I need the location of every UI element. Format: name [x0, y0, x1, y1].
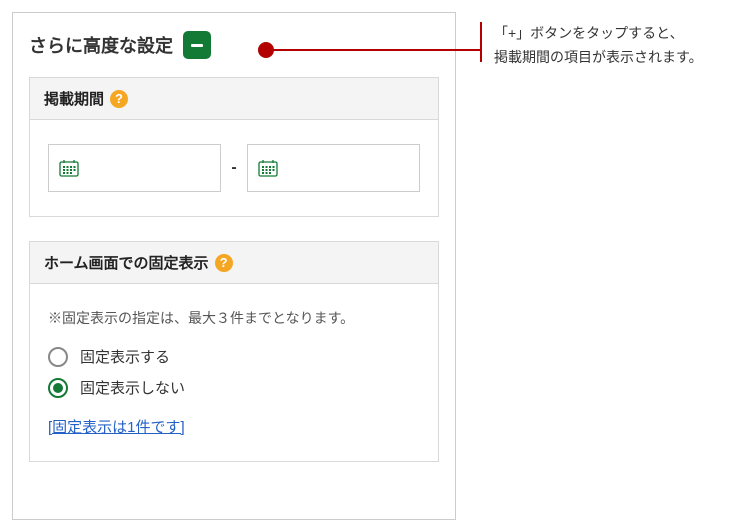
minus-icon	[191, 44, 203, 47]
collapse-toggle-button[interactable]	[183, 31, 211, 59]
annotation-line1: 「+」ボタンをタップすると、	[494, 22, 703, 46]
radio-icon	[48, 347, 68, 367]
date-separator: -	[231, 159, 236, 177]
help-icon[interactable]: ?	[215, 254, 233, 272]
radio-label: 固定表示する	[80, 346, 170, 367]
pinned-radio-group: 固定表示する 固定表示しない	[48, 346, 420, 398]
help-icon[interactable]: ?	[110, 90, 128, 108]
section-header-pinned: ホーム画面での固定表示 ?	[30, 242, 438, 284]
radio-label: 固定表示しない	[80, 377, 185, 398]
annotation-line2: 掲載期間の項目が表示されます。	[494, 46, 703, 70]
date-range-row: -	[48, 144, 420, 192]
section-body-pinned: ※固定表示の指定は、最大３件までとなります。 固定表示する 固定表示しない [固…	[30, 284, 438, 461]
annotation-line	[480, 22, 482, 62]
annotation-text: 「+」ボタンをタップすると、 掲載期間の項目が表示されます。	[494, 22, 703, 70]
annotation-line	[266, 49, 480, 51]
calendar-icon	[59, 159, 79, 177]
panel-title: さらに高度な設定	[29, 32, 173, 58]
section-title-period: 掲載期間	[44, 88, 104, 109]
section-title-pinned: ホーム画面での固定表示	[44, 252, 209, 273]
date-end-input[interactable]	[247, 144, 420, 192]
radio-option-pin-off[interactable]: 固定表示しない	[48, 377, 420, 398]
advanced-settings-panel: さらに高度な設定 掲載期間 ?	[12, 12, 456, 520]
pinned-display-section: ホーム画面での固定表示 ? ※固定表示の指定は、最大３件までとなります。 固定表…	[29, 241, 439, 462]
panel-title-row: さらに高度な設定	[29, 31, 439, 59]
pinned-note: ※固定表示の指定は、最大３件までとなります。	[48, 308, 420, 328]
radio-icon	[48, 378, 68, 398]
radio-option-pin-on[interactable]: 固定表示する	[48, 346, 420, 367]
pinned-count-link[interactable]: [固定表示は1件です]	[48, 419, 185, 436]
section-header-period: 掲載期間 ?	[30, 78, 438, 120]
publication-period-section: 掲載期間 ? -	[29, 77, 439, 217]
section-body-period: -	[30, 120, 438, 216]
calendar-icon	[258, 159, 278, 177]
date-start-input[interactable]	[48, 144, 221, 192]
